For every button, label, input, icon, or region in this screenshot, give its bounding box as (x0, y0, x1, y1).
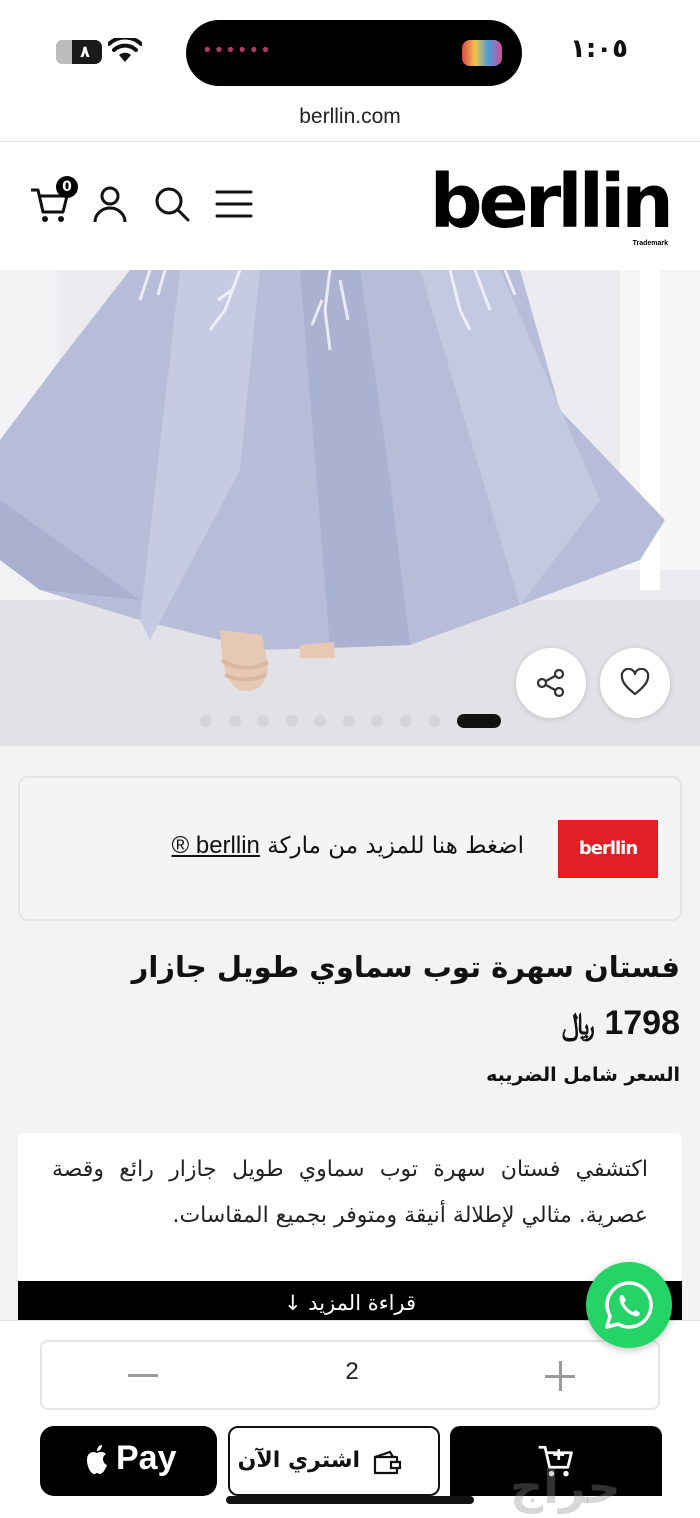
brand-logo: berllin (558, 820, 658, 878)
clock: ١:٠٥ (569, 34, 628, 64)
apple-pay-label: Pay (116, 1439, 177, 1477)
brand-link[interactable]: berllin ® (172, 832, 260, 859)
carousel-dot[interactable] (200, 715, 212, 727)
decrease-quantity-button[interactable] (108, 1348, 178, 1404)
carousel-dot[interactable] (314, 715, 326, 727)
logo-trademark: Trademark (632, 240, 668, 247)
carousel-dot[interactable] (456, 714, 501, 728)
carousel-dot[interactable] (371, 715, 383, 727)
carousel-dot[interactable] (285, 715, 298, 727)
whatsapp-button[interactable] (586, 1262, 672, 1348)
buy-now-button[interactable]: اشتري الآن (228, 1426, 440, 1496)
watermark-logo: حراج (510, 1460, 621, 1514)
apple-pay-button[interactable]: Pay (40, 1426, 217, 1496)
menu-icon[interactable] (212, 182, 256, 226)
dynamic-island: •••••• (186, 20, 522, 86)
account-icon[interactable] (88, 182, 132, 226)
url-bar[interactable]: berllin.com (0, 100, 700, 142)
tax-note: السعر شامل الضريبه (486, 1064, 680, 1086)
carousel-dot[interactable] (428, 715, 440, 727)
product-price: 1798 ﷼ (562, 1004, 680, 1043)
battery-icon: ٨ (56, 40, 102, 64)
media-thumbnail (462, 40, 502, 66)
product-description: اكتشفي فستان سهرة توب سماوي طويل جازار ر… (52, 1157, 648, 1228)
carousel-dot[interactable] (228, 715, 241, 727)
brand-banner[interactable]: berllin اضغط هنا للمزيد من ماركة berllin… (18, 776, 682, 921)
share-button[interactable] (516, 648, 586, 718)
brand-prompt: اضغط هنا للمزيد من ماركة (267, 833, 524, 859)
increase-quantity-button[interactable] (532, 1348, 588, 1404)
price-amount: 1798 (604, 1004, 680, 1042)
quantity-value[interactable]: 2 (322, 1358, 382, 1386)
wallet-icon (373, 1450, 402, 1475)
carousel-dot[interactable] (342, 715, 355, 727)
share-icon (536, 668, 565, 698)
whatsapp-icon (605, 1281, 653, 1329)
status-bar: ٨ •••••• ١:٠٥ (0, 0, 700, 100)
carousel-dot[interactable] (257, 715, 269, 727)
wifi-icon (108, 38, 142, 62)
brand-link-text[interactable]: اضغط هنا للمزيد من ماركة berllin ® (172, 832, 525, 860)
heart-icon (620, 668, 650, 696)
quantity-stepper: 2 (40, 1340, 660, 1410)
apple-icon (87, 1445, 107, 1474)
search-icon[interactable] (150, 182, 194, 226)
battery-level: ٨ (80, 42, 90, 61)
dress-photo (0, 270, 700, 746)
waveform-icon: •••••• (202, 40, 272, 61)
favorite-button[interactable] (600, 648, 670, 718)
home-indicator (226, 1496, 474, 1504)
product-image[interactable] (0, 270, 700, 746)
read-more-button[interactable]: قراءة المزيد ↓ (18, 1281, 682, 1321)
carousel-dot[interactable] (399, 715, 412, 727)
site-logo[interactable]: berllin (430, 160, 674, 244)
product-title: فستان سهرة توب سماوي طويل جازار (131, 950, 680, 984)
currency-symbol: ﷼ (561, 1007, 595, 1042)
buy-now-label: اشتري الآن (237, 1448, 360, 1473)
description-box: اكتشفي فستان سهرة توب سماوي طويل جازار ر… (18, 1133, 682, 1283)
cart-count-badge: 0 (56, 176, 78, 198)
minus-icon (128, 1374, 158, 1377)
site-header: 0 berllin Trademark (0, 142, 700, 270)
